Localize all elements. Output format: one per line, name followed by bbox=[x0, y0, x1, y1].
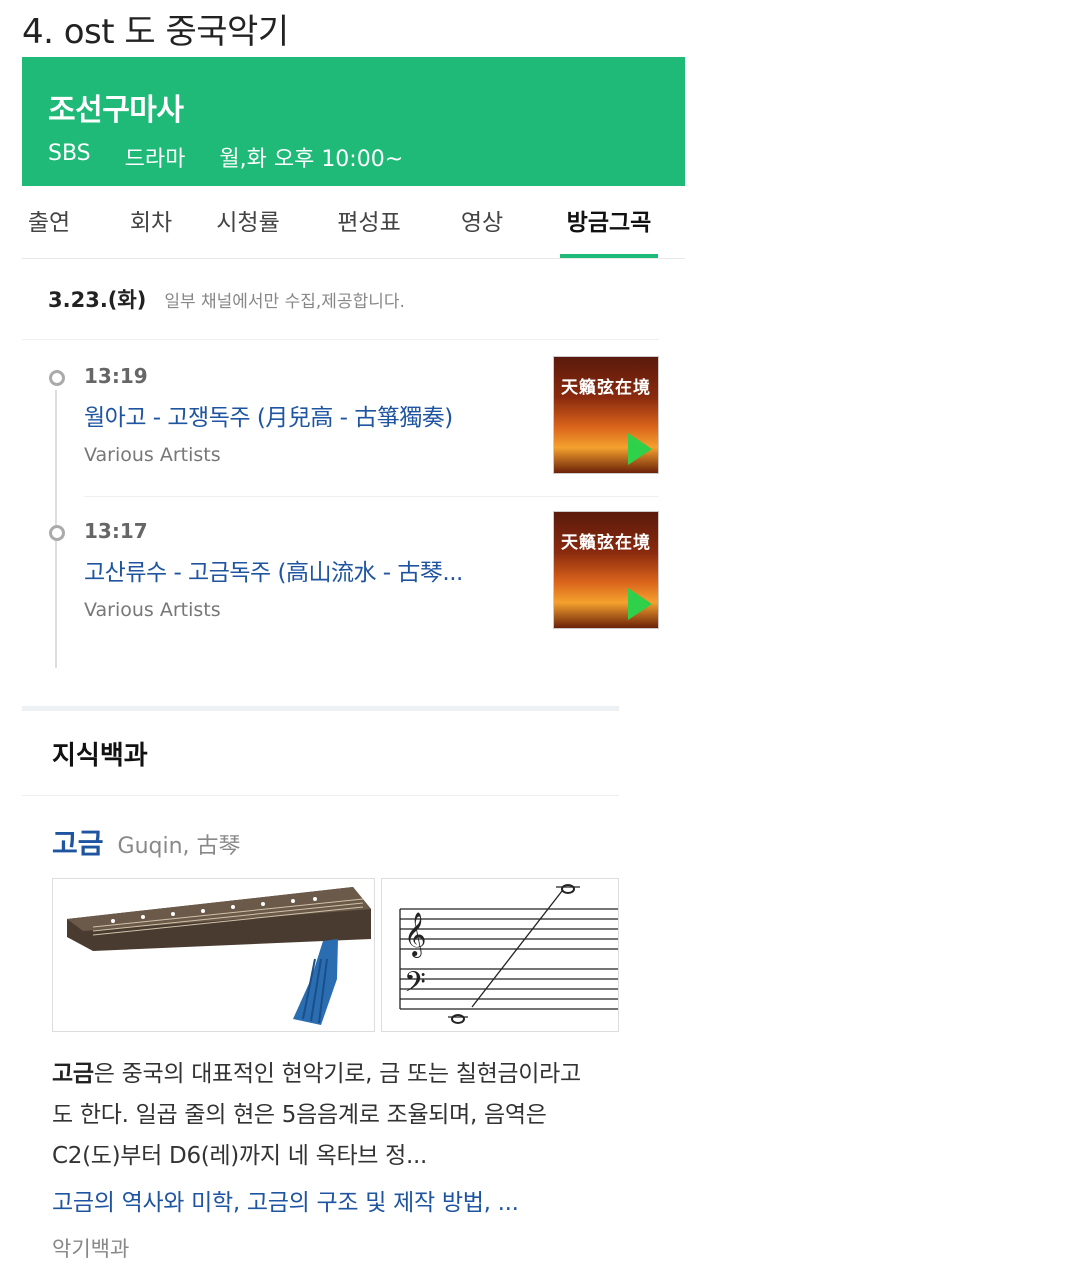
song-info: 13:17 고산류수 - 고금독주 (高山流水 - 古琴... Various … bbox=[84, 511, 463, 651]
program-schedule: 월,화 오후 10:00~ bbox=[219, 147, 404, 172]
pitch-range-staff[interactable]: 𝄞 𝄢 bbox=[381, 878, 619, 1032]
playlist-note: 일부 채널에서만 수집,제공합니다. bbox=[164, 291, 405, 312]
program-title[interactable]: 조선구마사 bbox=[48, 85, 685, 129]
song-info: 13:19 월아고 - 고쟁독주 (月兒高 - 古箏獨奏) Various Ar… bbox=[84, 356, 453, 496]
timeline-dot-icon bbox=[49, 370, 65, 386]
svg-text:𝄢: 𝄢 bbox=[404, 966, 426, 1006]
entry-header: 고금 Guqin, 古琴 bbox=[22, 796, 619, 862]
guqin-instrument-icon bbox=[67, 887, 371, 1025]
program-channel: SBS bbox=[48, 141, 91, 166]
post-caption: 4. ost 도 중국악기 bbox=[22, 12, 289, 52]
playlist-date: 3.23.(화) bbox=[48, 288, 147, 312]
tab-schedule[interactable]: 편성표 bbox=[336, 186, 402, 254]
entry-desc-text: 은 중국의 대표적인 현악기로, 금 또는 칠현금이라고도 한다. 일곱 줄의 … bbox=[52, 1061, 581, 1169]
tab-ratings[interactable]: 시청률 bbox=[216, 186, 280, 254]
entry-description: 고금은 중국의 대표적인 현악기로, 금 또는 칠현금이라고도 한다. 일곱 줄… bbox=[52, 1054, 592, 1177]
entry-related-links[interactable]: 고금의 역사와 미학, 고금의 구조 및 제작 방법, ... bbox=[52, 1183, 619, 1217]
song-timeline: 13:19 월아고 - 고쟁독주 (月兒高 - 古箏獨奏) Various Ar… bbox=[22, 340, 685, 686]
program-meta: SBS 드라마 월,화 오후 10:00~ bbox=[48, 141, 685, 173]
song-title-link[interactable]: 고산류수 - 고금독주 (高山流水 - 古琴... bbox=[84, 553, 463, 587]
song-title-link[interactable]: 월아고 - 고쟁독주 (月兒高 - 古箏獨奏) bbox=[84, 398, 453, 432]
album-cover[interactable]: 天籟弦在境 bbox=[553, 511, 659, 629]
song-item[interactable]: 13:17 고산류수 - 고금독주 (高山流水 - 古琴... Various … bbox=[49, 496, 659, 651]
album-cover[interactable]: 天籟弦在境 bbox=[553, 356, 659, 474]
song-time: 13:17 bbox=[84, 519, 148, 543]
entry-alt-name: Guqin, 古琴 bbox=[117, 834, 241, 859]
entry-desc-term: 고금 bbox=[52, 1061, 94, 1087]
program-genre: 드라마 bbox=[124, 147, 186, 172]
program-header: 조선구마사 SBS 드라마 월,화 오후 10:00~ bbox=[22, 57, 685, 186]
tab-just-played-song[interactable]: 방금그곡 bbox=[560, 186, 658, 258]
program-tabs: 출연 회차 시청률 편성표 영상 방금그곡 bbox=[22, 186, 685, 259]
album-cover-caption: 天籟弦在境 bbox=[561, 378, 651, 398]
svg-text:𝄞: 𝄞 bbox=[404, 912, 426, 958]
music-staff-icon: 𝄞 𝄢 bbox=[399, 884, 619, 1024]
album-cover-caption: 天籟弦在境 bbox=[561, 533, 651, 553]
song-time: 13:19 bbox=[84, 364, 148, 388]
entry-name-link[interactable]: 고금 bbox=[52, 822, 104, 862]
timeline-dot-icon bbox=[49, 525, 65, 541]
song-artist: Various Artists bbox=[84, 444, 221, 466]
guqin-photo[interactable] bbox=[52, 878, 376, 1032]
tab-videos[interactable]: 영상 bbox=[460, 186, 504, 254]
encyclopedia-section: 지식백과 고금 Guqin, 古琴 𝄞 𝄢 고금은 중국의 대표적인 현악기로,… bbox=[22, 706, 619, 1263]
tab-episodes[interactable]: 회차 bbox=[124, 186, 178, 254]
tab-cast[interactable]: 출연 bbox=[22, 186, 76, 254]
program-card: 조선구마사 SBS 드라마 월,화 오후 10:00~ 출연 회차 시청률 편성… bbox=[22, 57, 685, 686]
song-item[interactable]: 13:19 월아고 - 고쟁독주 (月兒高 - 古箏獨奏) Various Ar… bbox=[49, 356, 659, 496]
song-artist: Various Artists bbox=[84, 599, 221, 621]
play-icon[interactable] bbox=[628, 433, 652, 465]
play-icon[interactable] bbox=[628, 588, 652, 620]
entry-images: 𝄞 𝄢 bbox=[52, 878, 619, 1032]
playlist-date-row: 3.23.(화) 일부 채널에서만 수집,제공합니다. bbox=[22, 259, 659, 340]
encyclopedia-section-title: 지식백과 bbox=[22, 711, 619, 796]
entry-source[interactable]: 악기백과 bbox=[52, 1233, 619, 1263]
